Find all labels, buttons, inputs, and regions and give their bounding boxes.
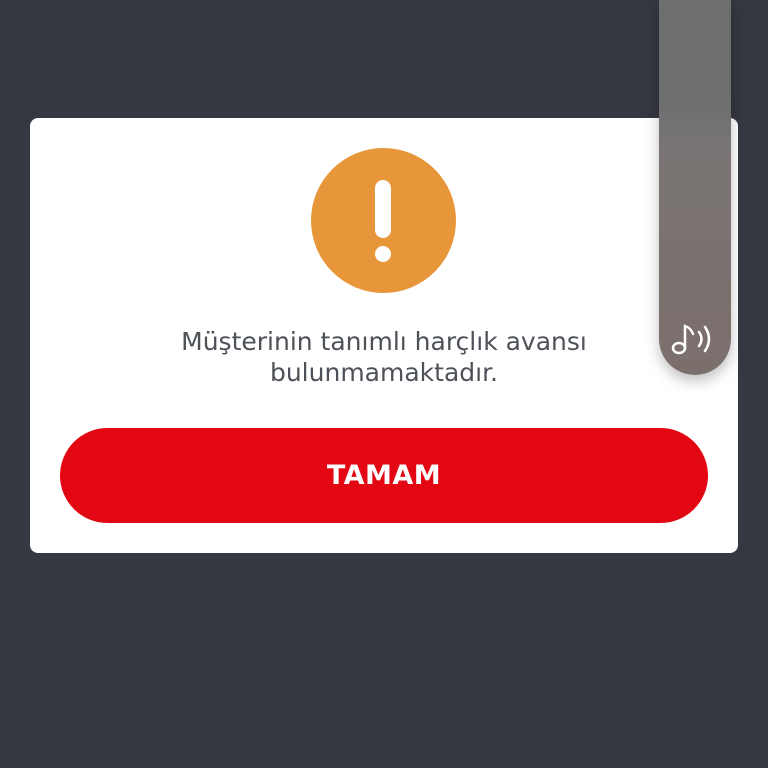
exclamation-dot xyxy=(375,246,391,262)
ok-button[interactable]: TAMAM xyxy=(60,428,708,523)
alert-dialog: Müşterinin tanımlı harçlık avansı bulunm… xyxy=(30,118,738,553)
exclamation-warning-icon xyxy=(311,148,456,293)
floating-sound-panel[interactable] xyxy=(659,0,731,375)
alert-message-line-1: Müşterinin tanımlı harçlık avansı xyxy=(181,327,587,356)
exclamation-bar xyxy=(375,180,391,238)
music-sound-icon[interactable] xyxy=(669,318,719,360)
alert-message: Müşterinin tanımlı harçlık avansı bulunm… xyxy=(90,326,678,388)
alert-message-line-2: bulunmamaktadır. xyxy=(269,358,499,387)
